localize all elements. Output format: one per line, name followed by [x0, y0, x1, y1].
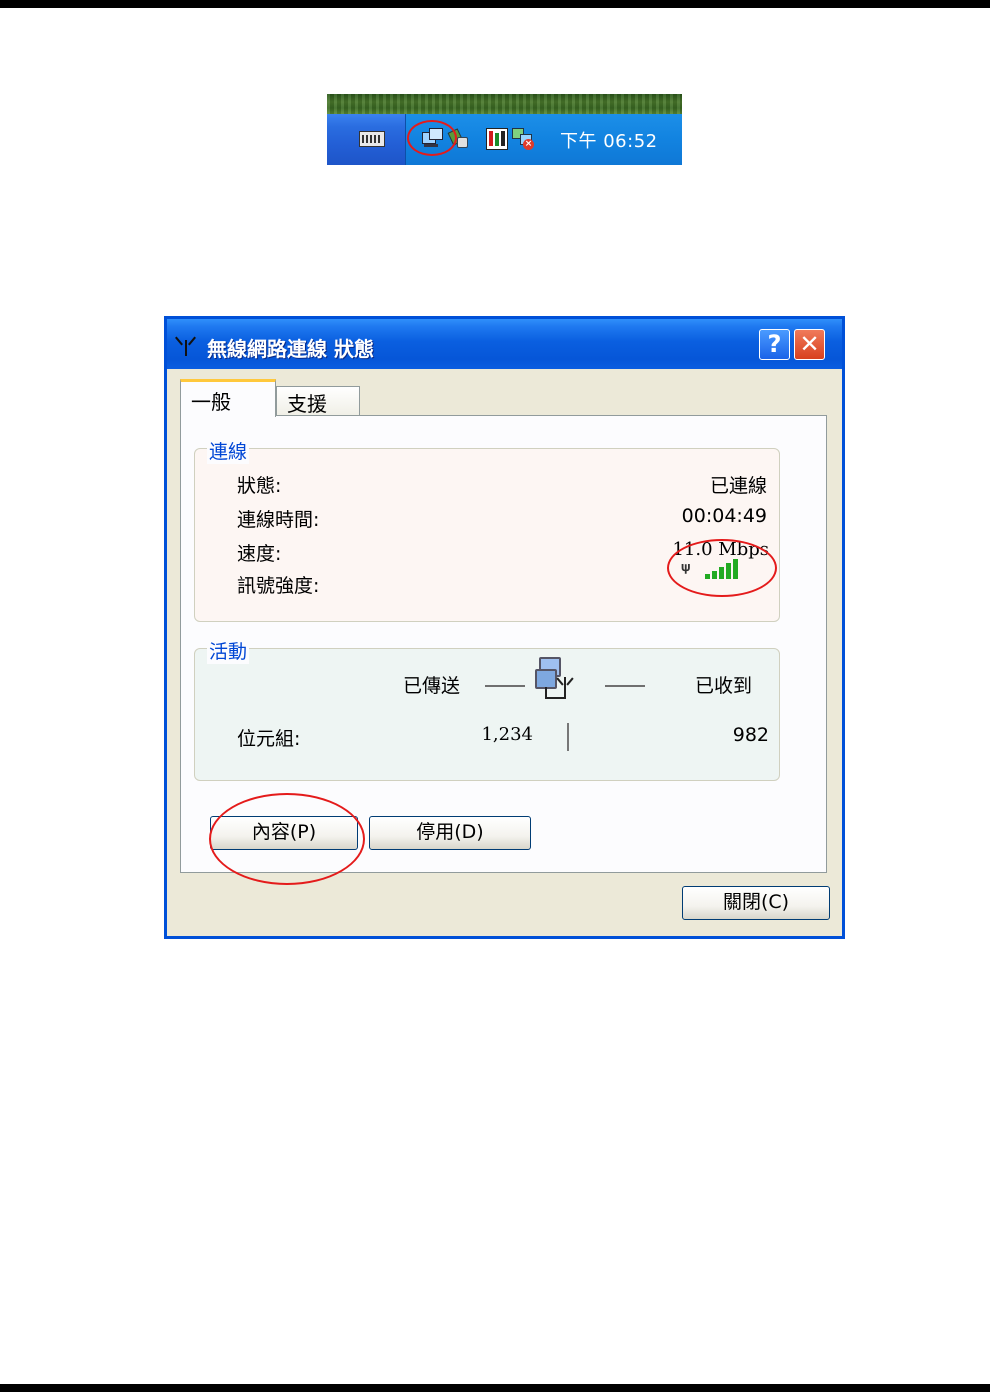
activity-group-legend: 活動 — [207, 637, 250, 664]
activity-group: 活動 — [194, 637, 780, 781]
tab-support[interactable]: 支援 — [276, 386, 360, 416]
close-window-button[interactable]: ✕ — [794, 329, 825, 360]
sent-label: 已傳送 — [403, 675, 461, 697]
antenna-icon — [175, 334, 197, 356]
dialog-title: 無線網路連線 狀態 — [207, 337, 374, 361]
properties-highlight-circle — [209, 793, 365, 885]
keyboard-icon[interactable] — [359, 131, 385, 147]
page-bottom-rule — [0, 1384, 990, 1392]
taskbar: × 下午 06:52 — [327, 114, 682, 165]
status-label: 狀態: — [237, 475, 282, 497]
wireless-network-icon — [535, 657, 579, 701]
disconnected-network-icon[interactable]: × — [512, 128, 534, 150]
levels-icon[interactable] — [486, 128, 508, 150]
quick-launch-area — [327, 114, 405, 165]
page-top-rule — [0, 0, 990, 8]
bytes-label: 位元組: — [237, 728, 301, 750]
wireless-status-dialog: 無線網路連線 狀態 ? ✕ 一般 支援 連線 狀態: 已連線 連線時間: 00:… — [164, 316, 845, 939]
desktop-wallpaper-strip — [327, 94, 682, 114]
activity-divider — [567, 723, 569, 751]
received-line — [605, 685, 645, 687]
duration-value: 00:04:49 — [681, 505, 767, 527]
signal-strength-label: 訊號強度: — [237, 575, 320, 597]
received-label: 已收到 — [695, 675, 753, 697]
speed-signal-highlight-circle — [667, 539, 777, 597]
bytes-received-value: 982 — [732, 724, 769, 746]
tray-icon-highlight-circle — [407, 120, 457, 156]
close-button[interactable]: 關閉(C) — [682, 886, 830, 920]
disable-button[interactable]: 停用(D) — [369, 816, 531, 850]
bytes-sent-value: 1,234 — [481, 724, 533, 745]
tray-clock[interactable]: 下午 06:52 — [560, 127, 658, 153]
sent-line — [485, 685, 525, 687]
status-value: 已連線 — [709, 475, 767, 497]
tab-general[interactable]: 一般 — [180, 379, 276, 417]
taskbar-screenshot: × 下午 06:52 — [327, 94, 682, 165]
title-bar[interactable]: 無線網路連線 狀態 ? ✕ — [167, 319, 842, 369]
duration-label: 連線時間: — [237, 509, 320, 531]
speed-label: 速度: — [237, 543, 282, 565]
help-button[interactable]: ? — [759, 329, 790, 360]
connection-group-legend: 連線 — [207, 437, 250, 464]
